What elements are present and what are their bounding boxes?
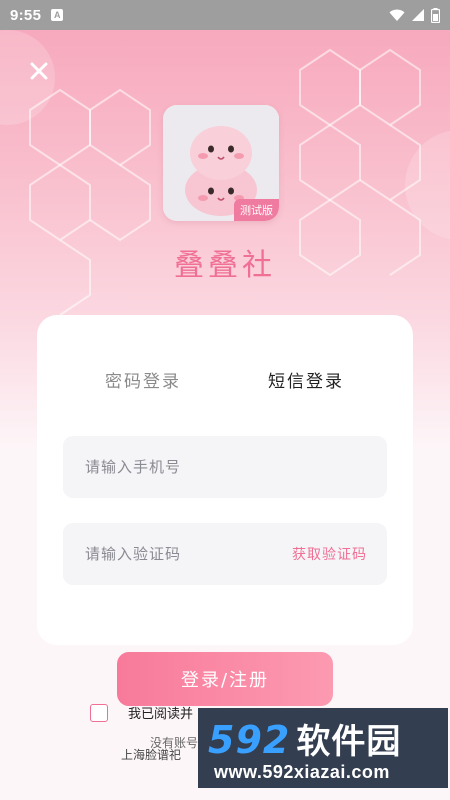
status-icons [389,7,440,23]
tab-password-login[interactable]: 密码登录 [105,367,181,392]
company-text: 上海脸谱祀 [121,748,182,762]
site-watermark: 592 软件园 www.592xiazai.com [198,708,448,788]
watermark-logo-text: 软件园 [296,722,402,762]
battery-icon [431,7,440,23]
agreement-text: 我已阅读并 [128,707,194,722]
login-register-button[interactable]: 登录/注册 [117,652,333,706]
agreement-checkbox[interactable] [90,703,108,722]
login-card: 密码登录 短信登录 获取验证码 [37,315,413,645]
code-field: 获取验证码 [63,523,387,585]
notification-icon: A [51,9,64,21]
status-bar: 9:55 A [0,0,450,30]
signal-icon [412,9,424,21]
watermark-logo-number: 592 [208,718,291,762]
phone-input[interactable] [83,457,367,477]
app-title: 叠叠社 [174,248,276,283]
close-button[interactable] [26,58,52,84]
app-logo: 测试版 [163,105,279,221]
close-icon [30,62,48,80]
get-code-button[interactable]: 获取验证码 [292,544,367,564]
tab-sms-login[interactable]: 短信登录 [268,367,344,392]
test-version-badge: 测试版 [234,199,279,221]
watermark-logo: 592 软件园 [208,714,401,763]
agreement-row: 我已阅读并 [90,703,193,722]
verification-code-input[interactable] [83,544,292,564]
wifi-icon [389,9,405,21]
watermark-url: www.592xiazai.com [214,762,390,782]
status-time: 9:55 [10,6,42,24]
phone-field [63,436,387,498]
